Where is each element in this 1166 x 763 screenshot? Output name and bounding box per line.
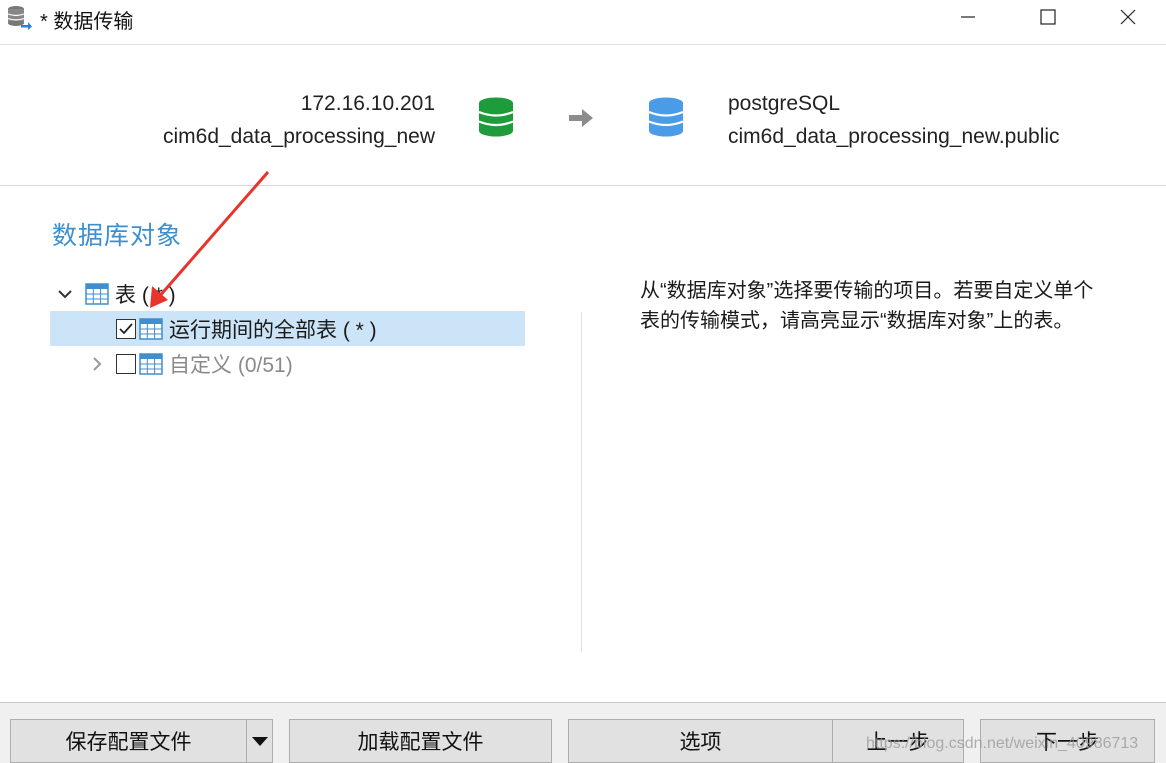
- table-icon: [139, 317, 163, 340]
- chevron-right-icon[interactable]: [87, 354, 107, 374]
- target-database-icon: [648, 97, 684, 137]
- window-title: * 数据传输: [40, 11, 134, 33]
- all-tables-label: 运行期间的全部表 ( * ): [169, 318, 377, 342]
- load-config-button[interactable]: 加载配置文件: [289, 719, 552, 763]
- maximize-icon: [1040, 9, 1056, 25]
- target-connection: postgreSQL cim6d_data_processing_new.pub…: [728, 87, 1060, 153]
- custom-label: 自定义 (0/51): [169, 353, 293, 377]
- options-button[interactable]: 选项: [568, 719, 833, 763]
- target-host: postgreSQL: [728, 92, 841, 115]
- custom-checkbox[interactable]: [116, 353, 136, 374]
- source-database-icon: [478, 97, 514, 137]
- tree-item-custom[interactable]: 自定义 (0/51): [50, 346, 525, 381]
- description-text: 从“数据库对象”选择要传输的项目。若要自定义单个表的传输模式，请高亮显示“数据库…: [640, 280, 1094, 332]
- minimize-icon: [961, 16, 975, 18]
- table-icon: [139, 352, 163, 375]
- close-button[interactable]: [1088, 0, 1166, 34]
- tree-root-label: 表 ( * ): [115, 283, 176, 307]
- footer-bar: 保存配置文件 加载配置文件 选项 上一步 下一步 https://blog.cs…: [0, 702, 1166, 763]
- save-config-dropdown-button[interactable]: [246, 719, 273, 763]
- transfer-header: 172.16.10.201 cim6d_data_processing_new …: [0, 44, 1166, 186]
- tree-root-tables[interactable]: 表 ( * ): [50, 276, 525, 311]
- watermark: https://blog.csdn.net/weixin_40986713: [866, 735, 1139, 752]
- pane-divider[interactable]: [581, 312, 582, 652]
- maximize-button[interactable]: [1008, 0, 1088, 34]
- checkmark-icon: [119, 322, 133, 334]
- close-icon: [1120, 9, 1136, 25]
- title-bar: * 数据传输: [0, 0, 1166, 34]
- target-database: cim6d_data_processing_new.public: [728, 125, 1060, 148]
- section-title: 数据库对象: [52, 222, 183, 250]
- source-connection: 172.16.10.201 cim6d_data_processing_new: [163, 87, 435, 153]
- minimize-button[interactable]: [928, 0, 1008, 34]
- caret-down-icon: [251, 737, 268, 746]
- database-transfer-icon: [7, 6, 32, 30]
- chevron-down-icon[interactable]: [55, 284, 75, 304]
- source-host: 172.16.10.201: [300, 92, 435, 115]
- save-config-button[interactable]: 保存配置文件: [10, 719, 247, 763]
- tree-item-all-tables[interactable]: 运行期间的全部表 ( * ): [50, 311, 525, 346]
- all-tables-checkbox[interactable]: [116, 318, 136, 339]
- source-database: cim6d_data_processing_new: [162, 125, 435, 148]
- table-icon: [85, 282, 109, 305]
- database-objects-tree: 表 ( * ) 运行期间的全部表 ( * ) 自定义 (0/51): [50, 276, 525, 381]
- arrow-right-icon: [569, 109, 593, 127]
